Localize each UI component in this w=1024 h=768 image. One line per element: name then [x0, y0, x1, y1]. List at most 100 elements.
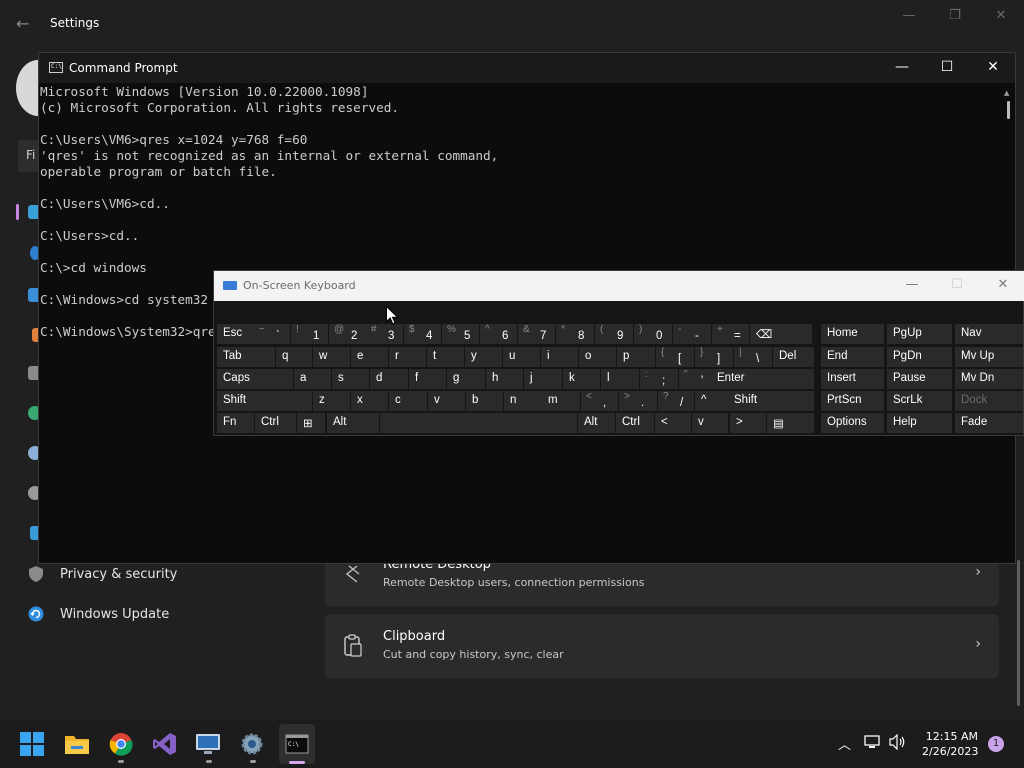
cmd-minimize-icon[interactable]: —	[887, 59, 917, 75]
key-q[interactable]: q	[276, 347, 312, 367]
find-setting-input[interactable]: Fi	[18, 140, 40, 172]
key-fade[interactable]: Fade	[955, 413, 1023, 433]
key-pause[interactable]: Pause	[887, 369, 952, 389]
settings-restore-icon[interactable]: ❐	[940, 8, 970, 23]
key-ralt[interactable]: Alt	[578, 413, 615, 433]
key-home[interactable]: Home	[821, 324, 884, 344]
key-j[interactable]: j	[524, 369, 562, 389]
key-v[interactable]: v	[428, 391, 465, 411]
key-lshift[interactable]: Shift	[217, 391, 312, 411]
key-enter[interactable]: Enter	[711, 369, 814, 389]
key-7[interactable]: & 7	[518, 324, 555, 344]
chevron-up-icon[interactable]: ︿	[838, 734, 851, 753]
key-space[interactable]	[380, 413, 577, 433]
key-lbracket[interactable]: {[	[656, 347, 694, 367]
gear-icon[interactable]	[236, 728, 268, 760]
key-e[interactable]: e	[351, 347, 388, 367]
clipboard-card[interactable]: Clipboard Cut and copy history, sync, cl…	[325, 614, 999, 678]
key-backspace[interactable]: ⌫	[750, 324, 812, 344]
key-p[interactable]: p	[617, 347, 655, 367]
key-slash[interactable]: ? /	[658, 391, 694, 411]
key-d[interactable]: d	[370, 369, 408, 389]
key-down[interactable]: v	[692, 413, 728, 433]
network-icon[interactable]	[864, 734, 882, 754]
settings-minimize-icon[interactable]: —	[894, 8, 924, 23]
key-o[interactable]: o	[579, 347, 616, 367]
key-3[interactable]: #3	[366, 324, 403, 344]
key-pgup[interactable]: PgUp	[887, 324, 952, 344]
key-a[interactable]: a	[294, 369, 331, 389]
key-8[interactable]: * 8	[556, 324, 594, 344]
key-t[interactable]: t	[427, 347, 464, 367]
key-help[interactable]: Help	[887, 413, 952, 433]
key-scrlk[interactable]: ScrLk	[887, 391, 952, 411]
cmd-titlebar[interactable]: C:\ Command Prompt — ☐ ✕	[39, 53, 1015, 83]
key-mvdn[interactable]: Mv Dn	[955, 369, 1023, 389]
nav-item-windows-update[interactable]: Windows Update	[24, 596, 314, 632]
key-1[interactable]: ! 1	[291, 324, 328, 344]
key-fn[interactable]: Fn	[217, 413, 254, 433]
key-x[interactable]: x	[351, 391, 388, 411]
key-minus[interactable]: --	[673, 324, 711, 344]
key-y[interactable]: y	[465, 347, 502, 367]
key-h[interactable]: h	[486, 369, 523, 389]
osk-minimize-icon[interactable]: —	[897, 277, 927, 292]
key-insert[interactable]: Insert	[821, 369, 884, 389]
key-m[interactable]: m	[542, 391, 580, 411]
key-options[interactable]: Options	[821, 413, 884, 433]
osk-titlebar[interactable]: On-Screen Keyboard — ☐ ✕	[214, 271, 1024, 301]
key-l[interactable]: l	[601, 369, 639, 389]
chrome-icon[interactable]	[105, 728, 137, 760]
volume-icon[interactable]	[889, 733, 907, 754]
key-9[interactable]: (9	[595, 324, 633, 344]
key-b[interactable]: b	[466, 391, 503, 411]
key-left[interactable]: <	[655, 413, 691, 433]
key-rshift[interactable]: Shift	[728, 391, 814, 411]
key-win[interactable]: ⊞	[297, 413, 325, 433]
key-caps[interactable]: Caps	[217, 369, 293, 389]
key-comma[interactable]: <,	[581, 391, 618, 411]
osk-close-icon[interactable]: ✕	[988, 277, 1018, 292]
settings-close-icon[interactable]: ✕	[986, 8, 1016, 23]
key-del[interactable]: Del	[773, 347, 814, 367]
key-menu[interactable]: ▤	[767, 413, 814, 433]
key-r[interactable]: r	[389, 347, 426, 367]
key-f[interactable]: f	[409, 369, 446, 389]
key-mvup[interactable]: Mv Up	[955, 347, 1023, 367]
key-5[interactable]: % 5	[442, 324, 479, 344]
key-z[interactable]: z	[313, 391, 350, 411]
visual-studio-icon[interactable]	[149, 728, 181, 760]
key-s[interactable]: s	[332, 369, 369, 389]
key-2[interactable]: @2	[329, 324, 366, 344]
key-g[interactable]: g	[447, 369, 485, 389]
key-up[interactable]: ^	[695, 391, 731, 411]
key-6[interactable]: ^ 6	[480, 324, 517, 344]
key-k[interactable]: k	[563, 369, 600, 389]
key-prtscn[interactable]: PrtScn	[821, 391, 884, 411]
key-pgdn[interactable]: PgDn	[887, 347, 952, 367]
key-period[interactable]: >.	[619, 391, 657, 411]
cmd-maximize-icon[interactable]: ☐	[932, 59, 962, 75]
terminal-scrollbar-thumb[interactable]	[1007, 101, 1010, 119]
key-right[interactable]: >	[730, 413, 766, 433]
key-lalt[interactable]: Alt	[327, 413, 379, 433]
key-lctrl[interactable]: Ctrl	[255, 413, 296, 433]
key-n[interactable]: n	[504, 391, 542, 411]
key-c[interactable]: c	[389, 391, 427, 411]
key-rbracket[interactable]: }]	[695, 347, 733, 367]
key-end[interactable]: End	[821, 347, 884, 367]
key-esc[interactable]: Esc	[217, 324, 254, 344]
remote-desktop-icon[interactable]	[192, 728, 224, 760]
notification-badge[interactable]: 1	[988, 736, 1004, 752]
key-quote[interactable]: " '	[679, 369, 714, 389]
key-w[interactable]: w	[313, 347, 350, 367]
key-tab[interactable]: Tab	[217, 347, 275, 367]
cmd-close-icon[interactable]: ✕	[978, 59, 1008, 75]
scroll-up-icon[interactable]: ▲	[1004, 89, 1009, 97]
key-u[interactable]: u	[503, 347, 540, 367]
key-backslash[interactable]: | \	[734, 347, 772, 367]
settings-scrollbar[interactable]	[1017, 560, 1020, 706]
key-rctrl[interactable]: Ctrl	[616, 413, 654, 433]
key-semicolon[interactable]: :;	[640, 369, 678, 389]
windows-start-icon[interactable]	[16, 728, 48, 760]
